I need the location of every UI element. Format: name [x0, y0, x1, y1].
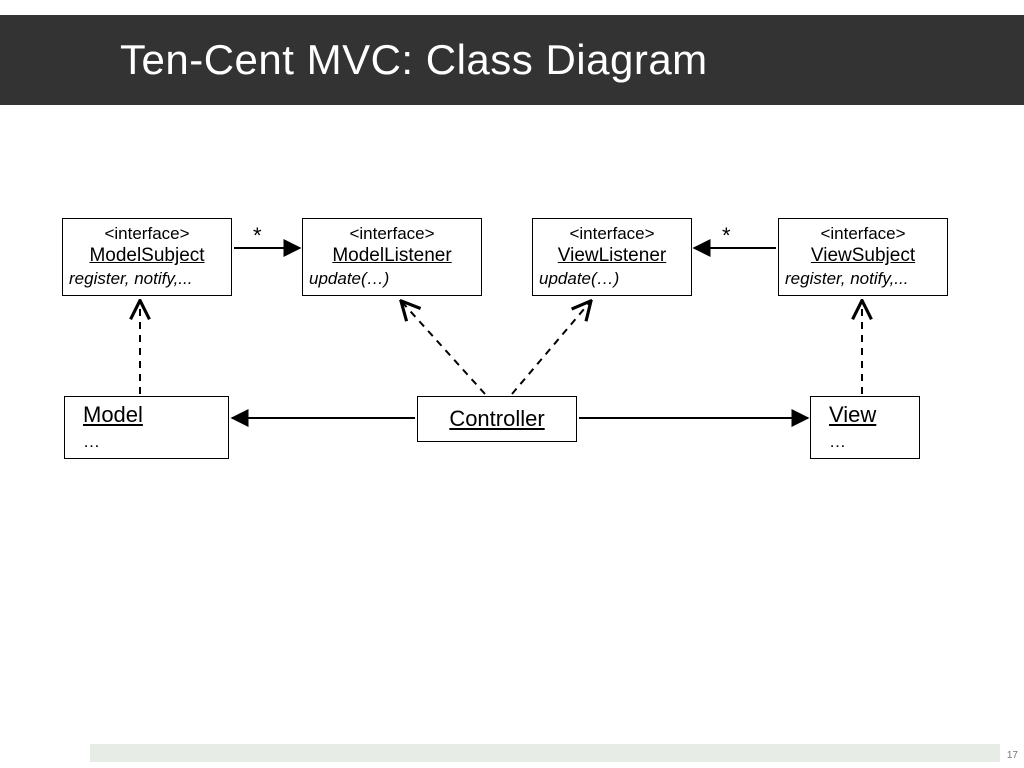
footer-bar — [90, 744, 1000, 762]
class-diagram: <interface> ModelSubject register, notif… — [0, 0, 1024, 768]
realize-controller-viewlistener — [512, 302, 590, 394]
page-number: 17 — [1007, 750, 1018, 761]
arrows-layer — [0, 0, 1024, 768]
realize-controller-modellistener — [402, 302, 485, 394]
